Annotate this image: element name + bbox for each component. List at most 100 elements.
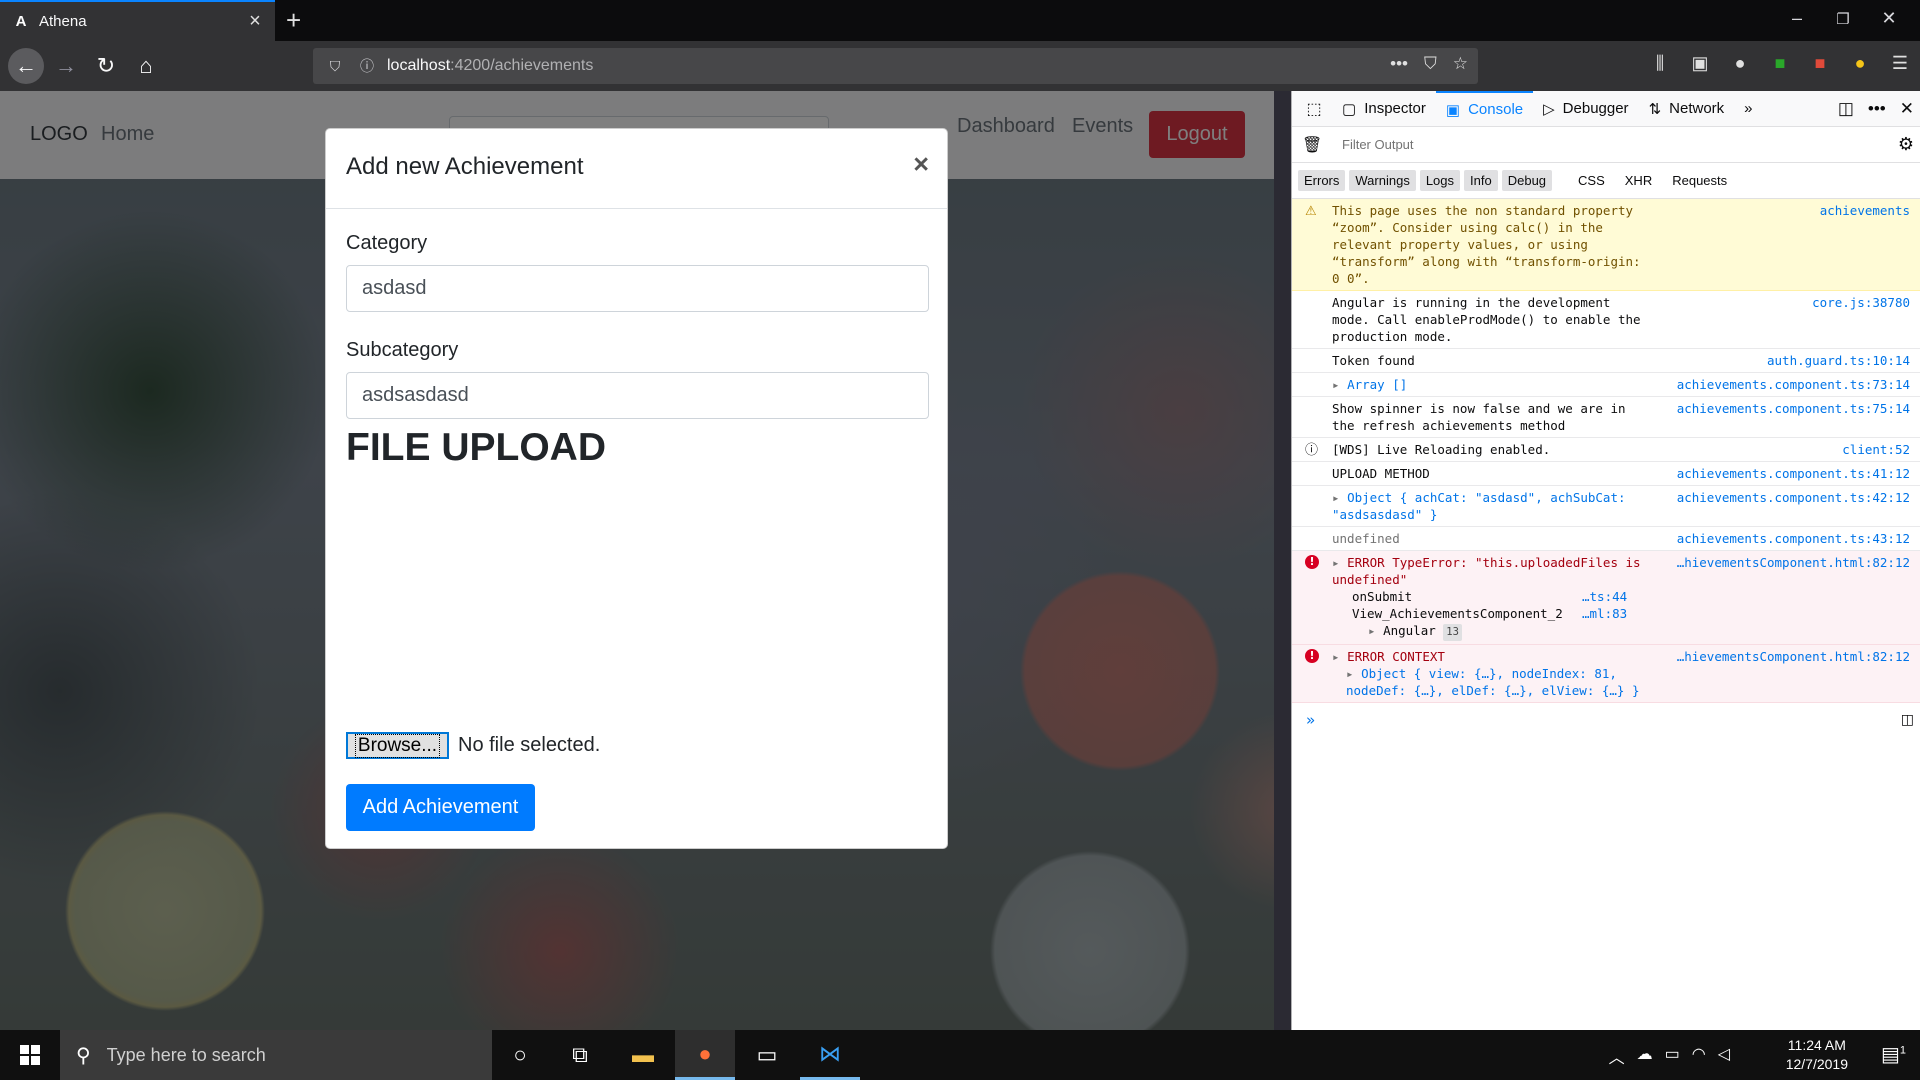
page-scrollbar[interactable] bbox=[1274, 91, 1291, 1030]
chevron-up-icon[interactable]: ︿ bbox=[1609, 1044, 1625, 1068]
more-tools-button[interactable]: » bbox=[1734, 91, 1762, 127]
bookmark-star-icon[interactable]: ☆ bbox=[1453, 54, 1468, 74]
filter-css[interactable]: CSS bbox=[1570, 170, 1613, 191]
console-message-error: ! ▸ ERROR TypeError: "this.uploadedFiles… bbox=[1292, 551, 1920, 645]
console-message[interactable]: ▸ Object { achCat: "asdasd", achSubCat: … bbox=[1292, 486, 1920, 527]
extension-moon-icon[interactable]: ● bbox=[1840, 53, 1880, 74]
page-actions-icon[interactable]: ••• bbox=[1390, 54, 1408, 74]
add-achievement-button[interactable]: Add Achievement bbox=[346, 784, 535, 831]
message-source[interactable]: auth.guard.ts:10:14 bbox=[1767, 352, 1910, 369]
error-icon: ! bbox=[1305, 649, 1319, 663]
sidebar-icon[interactable]: ▣ bbox=[1680, 53, 1720, 74]
arrow-left-icon: ← bbox=[15, 53, 37, 78]
back-button[interactable]: ← bbox=[8, 48, 44, 84]
prompt-icon: » bbox=[1306, 711, 1316, 729]
message-text[interactable]: ▸ ERROR TypeError: "this.uploadedFiles i… bbox=[1332, 554, 1652, 588]
filter-output-input[interactable]: Filter Output bbox=[1342, 137, 1414, 152]
filter-errors[interactable]: Errors bbox=[1298, 170, 1346, 191]
stack-loc[interactable]: …ml:83 bbox=[1582, 606, 1627, 621]
pocket-icon[interactable]: ⛉ bbox=[1424, 54, 1437, 74]
menu-icon[interactable]: ☰ bbox=[1880, 53, 1920, 74]
filter-xhr[interactable]: XHR bbox=[1617, 170, 1660, 191]
devtools-close-icon[interactable]: ✕ bbox=[1900, 99, 1914, 119]
message-source[interactable]: achievements.component.ts:41:12 bbox=[1677, 465, 1910, 482]
message-source[interactable]: achievements.component.ts:43:12 bbox=[1677, 530, 1910, 547]
message-source[interactable]: core.js:38780 bbox=[1812, 294, 1910, 311]
task-view-button[interactable]: ⧉ bbox=[550, 1030, 610, 1080]
extension-check-icon[interactable]: ■ bbox=[1760, 53, 1800, 74]
tab-close-icon[interactable]: × bbox=[245, 10, 265, 33]
filter-requests[interactable]: Requests bbox=[1664, 170, 1735, 191]
file-explorer-button[interactable]: ▬ bbox=[613, 1030, 673, 1080]
battery-icon[interactable]: ▭ bbox=[1665, 1044, 1680, 1068]
filter-logs[interactable]: Logs bbox=[1419, 170, 1461, 191]
dock-icon[interactable]: ◫ bbox=[1838, 99, 1854, 119]
message-source[interactable]: …hievementsComponent.html:82:12 bbox=[1676, 554, 1910, 571]
page-viewport: LOGO Home Dashboard Events Logout Add ne… bbox=[0, 91, 1291, 1030]
tab-athena[interactable]: A Athena × bbox=[0, 0, 275, 41]
tracking-shield-icon[interactable]: ⛉ bbox=[325, 58, 345, 75]
url-actions: ••• ⛉ ☆ bbox=[1390, 54, 1468, 74]
message-source[interactable]: achievements.component.ts:73:14 bbox=[1677, 376, 1910, 393]
message-text[interactable]: ▸ Array [] bbox=[1332, 376, 1652, 393]
notification-center-button[interactable]: ▤1 bbox=[1881, 1042, 1906, 1067]
stack-group[interactable]: ▸ Angular 13 bbox=[1352, 622, 1914, 641]
url-bar[interactable]: ⛉ ⓘ localhost:4200/achievements ••• ⛉ ☆ bbox=[313, 48, 1478, 84]
console-input[interactable]: » ◫ bbox=[1292, 703, 1920, 735]
home-button[interactable]: ⌂ bbox=[130, 50, 162, 82]
category-input[interactable]: asdasd bbox=[346, 265, 929, 312]
library-icon[interactable]: ⫼ bbox=[1640, 53, 1680, 74]
forward-button[interactable]: → bbox=[50, 50, 82, 82]
stack-frame[interactable]: View_AchievementsComponent_2 …ml:83 bbox=[1352, 605, 1914, 622]
console-message: Angular is running in the development mo… bbox=[1292, 291, 1920, 349]
console-settings-gear-icon[interactable]: ⚙ bbox=[1898, 134, 1914, 155]
reload-icon: ↻ bbox=[96, 53, 116, 78]
message-source[interactable]: achievements.component.ts:75:14 bbox=[1677, 400, 1910, 417]
message-text[interactable]: ▸ ERROR CONTEXT bbox=[1332, 648, 1652, 665]
stack-frame[interactable]: onSubmit …ts:44 bbox=[1352, 588, 1914, 605]
minimize-button[interactable]: – bbox=[1774, 8, 1820, 29]
message-source[interactable]: achievements.component.ts:42:12 bbox=[1677, 489, 1910, 506]
element-picker-icon[interactable]: ⬚ bbox=[1296, 99, 1332, 119]
modal-close-button[interactable]: × bbox=[913, 149, 929, 180]
category-label: Category bbox=[346, 232, 428, 254]
volume-icon[interactable]: ◁ bbox=[1718, 1044, 1730, 1068]
tab-inspector[interactable]: ▢ Inspector bbox=[1332, 91, 1436, 127]
clock[interactable]: 11:24 AM 12/7/2019 bbox=[1786, 1036, 1848, 1074]
filter-info[interactable]: Info bbox=[1464, 170, 1498, 191]
message-source[interactable]: client:52 bbox=[1842, 441, 1910, 458]
devtools-menu-icon[interactable]: ••• bbox=[1868, 99, 1886, 119]
filter-warnings[interactable]: Warnings bbox=[1349, 170, 1416, 191]
tab-network[interactable]: ⇅ Network bbox=[1639, 91, 1735, 127]
split-console-icon[interactable]: ◫ bbox=[1901, 711, 1914, 728]
clock-time: 11:24 AM bbox=[1787, 1037, 1846, 1053]
start-button[interactable] bbox=[0, 1030, 60, 1080]
site-info-icon[interactable]: ⓘ bbox=[357, 56, 377, 76]
filter-debug[interactable]: Debug bbox=[1501, 170, 1553, 191]
taskbar-search-box[interactable]: ⚲ Type here to search bbox=[60, 1030, 492, 1080]
reload-button[interactable]: ↻ bbox=[90, 50, 122, 82]
clear-console-icon[interactable]: 🗑 bbox=[1302, 135, 1322, 155]
account-icon[interactable]: ● bbox=[1720, 53, 1760, 74]
tab-debugger[interactable]: ▷ Debugger bbox=[1533, 91, 1638, 127]
message-source[interactable]: …hievementsComponent.html:82:12 bbox=[1676, 648, 1910, 665]
browse-file-button[interactable]: Browse... bbox=[346, 732, 449, 759]
stack-loc[interactable]: …ts:44 bbox=[1582, 589, 1627, 604]
wifi-icon[interactable]: ◠ bbox=[1692, 1044, 1706, 1068]
tab-console[interactable]: ▣ Console bbox=[1435, 90, 1534, 127]
console-message[interactable]: ▸ Array [] achievements.component.ts:73:… bbox=[1292, 373, 1920, 397]
message-source[interactable]: achievements bbox=[1819, 202, 1910, 219]
restore-button[interactable]: ❐ bbox=[1820, 10, 1866, 28]
message-detail[interactable]: ▸ Object { view: {…}, nodeIndex: 81, nod… bbox=[1332, 665, 1652, 699]
new-tab-button[interactable]: + bbox=[286, 6, 301, 34]
subcategory-input[interactable]: asdsasdasd bbox=[346, 372, 929, 419]
extension-icon[interactable]: ■ bbox=[1800, 53, 1840, 74]
close-window-button[interactable]: ✕ bbox=[1866, 8, 1912, 29]
vscode-button[interactable]: ⋈ bbox=[800, 1030, 860, 1080]
onedrive-cloud-icon[interactable]: ☁ bbox=[1637, 1044, 1653, 1068]
terminal-button[interactable]: ▭ bbox=[737, 1030, 797, 1080]
message-text[interactable]: ▸ Object { achCat: "asdasd", achSubCat: … bbox=[1332, 489, 1652, 523]
message-text: Show spinner is now false and we are in … bbox=[1332, 401, 1634, 433]
firefox-button[interactable]: ● bbox=[675, 1030, 735, 1080]
cortana-button[interactable]: ○ bbox=[490, 1030, 550, 1080]
